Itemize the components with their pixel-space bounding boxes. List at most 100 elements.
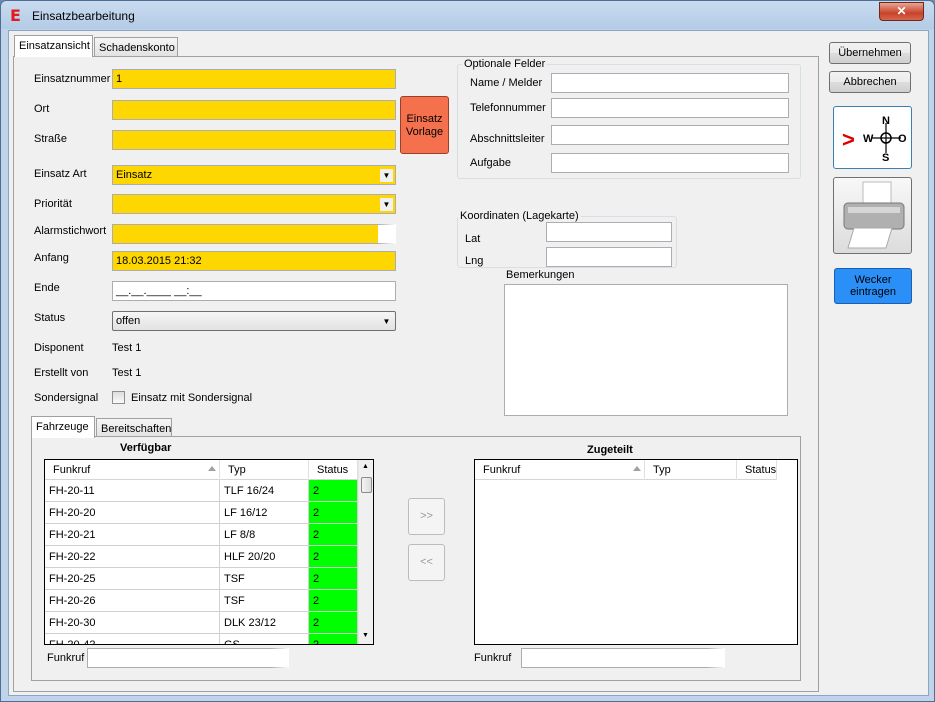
anfang-field[interactable]: 18.03.2015 21:32	[112, 251, 396, 271]
cell-funkruf: FH-20-25	[45, 568, 220, 590]
chevron-down-icon: ▼	[380, 169, 393, 182]
einsatznummer-field[interactable]: 1	[112, 69, 396, 89]
abschnittsleiter-field[interactable]	[551, 125, 789, 145]
tab-bereitschaften[interactable]: Bereitschaften	[96, 418, 172, 438]
telefonnummer-label: Telefonnummer	[470, 102, 546, 114]
cell-status: 2	[309, 612, 358, 634]
app-icon: E	[10, 6, 21, 25]
scroll-thumb[interactable]	[361, 477, 372, 493]
einsatz-vorlage-button[interactable]: Einsatz Vorlage	[400, 96, 449, 154]
cell-funkruf: FH-20-20	[45, 502, 220, 524]
telefonnummer-field[interactable]	[551, 98, 789, 118]
column-header-funkruf[interactable]: Funkruf	[475, 460, 645, 480]
chevron-down-icon: ▼	[384, 230, 393, 239]
tab-schadenskonto[interactable]: Schadenskonto	[94, 37, 178, 57]
name-melder-label: Name / Melder	[470, 77, 543, 89]
table-row[interactable]: FH-20-11 TLF 16/24 2	[45, 480, 358, 502]
chevron-down-icon: ▼	[277, 654, 286, 663]
lagekarte-button[interactable]: > N W O S	[833, 106, 912, 169]
cell-funkruf: FH-20-26	[45, 590, 220, 612]
table-row[interactable]: FH-20-42 GS 2	[45, 634, 358, 644]
cell-status: 2	[309, 546, 358, 568]
aufgabe-field[interactable]	[551, 153, 789, 173]
cell-status: 2	[309, 568, 358, 590]
alarmstichwort-select[interactable]: ▼	[112, 224, 396, 244]
scroll-up-icon[interactable]: ▲	[362, 463, 369, 470]
verfuegbar-grid[interactable]: Funkruf Typ Status FH-20-11 TLF 16/24 2 FH-…	[44, 459, 374, 645]
tab-fahrzeuge[interactable]: Fahrzeuge	[31, 416, 95, 438]
sondersignal-checkbox[interactable]	[112, 391, 125, 404]
cell-status: 2	[309, 480, 358, 502]
wecker-eintragen-button[interactable]: Wecker eintragen	[834, 268, 912, 304]
column-header-funkruf[interactable]: Funkruf	[45, 460, 220, 480]
status-value: offen	[116, 315, 141, 327]
status-select[interactable]: offen ▼	[112, 311, 396, 331]
table-row[interactable]: FH-20-22 HLF 20/20 2	[45, 546, 358, 568]
cell-funkruf: FH-20-11	[45, 480, 220, 502]
column-header-status[interactable]: Status	[309, 460, 358, 480]
table-row[interactable]: FH-20-25 TSF 2	[45, 568, 358, 590]
lng-field[interactable]	[546, 247, 672, 267]
verfuegbar-filter-select[interactable]: ▼	[87, 648, 289, 668]
koordinaten-title: Koordinaten (Lagekarte)	[458, 210, 581, 222]
cell-funkruf: FH-20-42	[45, 634, 220, 644]
scroll-down-icon[interactable]: ▼	[362, 632, 369, 639]
cell-status: 2	[309, 634, 358, 644]
strasse-field[interactable]	[112, 130, 396, 150]
cell-typ: TSF	[220, 590, 309, 612]
sondersignal-checkbox-label[interactable]: Einsatz mit Sondersignal	[131, 392, 252, 404]
status-label: Status	[34, 312, 66, 324]
table-row[interactable]: FH-20-26 TSF 2	[45, 590, 358, 612]
title-bar[interactable]: E Einsatzbearbeitung ✕	[1, 1, 934, 29]
cell-typ: TLF 16/24	[220, 480, 309, 502]
chevron-down-icon: ▼	[380, 198, 393, 211]
verfuegbar-title: Verfügbar	[120, 442, 172, 454]
tab-einsatzansicht[interactable]: Einsatzansicht	[14, 35, 93, 57]
optional-fields-title: Optionale Felder	[462, 58, 548, 70]
ende-field[interactable]: __.__.____ __:__	[112, 281, 396, 301]
disponent-value: Test 1	[112, 342, 142, 354]
move-left-button[interactable]: <<	[408, 544, 445, 581]
close-button[interactable]: ✕	[879, 2, 924, 21]
table-row[interactable]: FH-20-21 LF 8/8 2	[45, 524, 358, 546]
window-title: Einsatzbearbeitung	[32, 9, 135, 23]
cell-typ: LF 8/8	[220, 524, 309, 546]
uebernehmen-button[interactable]: Übernehmen	[829, 42, 911, 64]
cell-status: 2	[309, 590, 358, 612]
move-right-button[interactable]: >>	[408, 498, 445, 535]
einsatz-window: E Einsatzbearbeitung ✕ Einsatzansicht Sc…	[0, 0, 935, 702]
cell-funkruf: FH-20-22	[45, 546, 220, 568]
einsatz-art-select[interactable]: Einsatz ▼	[112, 165, 396, 185]
column-header-status[interactable]: Status	[737, 460, 777, 480]
prioritaet-select[interactable]: ▼	[112, 194, 396, 214]
arrow-glyph: >	[842, 127, 855, 152]
name-melder-field[interactable]	[551, 73, 789, 93]
sort-asc-icon	[633, 466, 641, 471]
abbrechen-button[interactable]: Abbrechen	[829, 71, 911, 93]
zugeteilt-filter-select[interactable]: ▼	[521, 648, 725, 668]
print-button[interactable]	[833, 177, 912, 254]
verfuegbar-filter-label: Funkruf	[47, 652, 85, 664]
zugeteilt-filter-label: Funkruf	[474, 652, 512, 664]
lat-field[interactable]	[546, 222, 672, 242]
einsatzansicht-page: Einsatznummer 1 Ort Straße Einsatz Vorla…	[13, 56, 819, 692]
zugeteilt-grid[interactable]: Funkruf Typ Status	[474, 459, 798, 645]
bemerkungen-textarea[interactable]	[504, 284, 788, 416]
cell-typ: TSF	[220, 568, 309, 590]
column-header-typ[interactable]: Typ	[220, 460, 309, 480]
table-row[interactable]: FH-20-30 DLK 23/12 2	[45, 612, 358, 634]
printer-icon	[843, 181, 905, 249]
client-area: Einsatzansicht Schadenskonto Einsatznumm…	[8, 30, 929, 696]
ende-label: Ende	[34, 282, 60, 294]
chevron-down-icon: ▼	[382, 317, 391, 326]
svg-text:N: N	[882, 115, 890, 127]
verfuegbar-scrollbar[interactable]: ▲ ▼	[358, 460, 373, 644]
zugeteilt-header: Funkruf Typ Status	[475, 460, 777, 480]
bemerkungen-label: Bemerkungen	[506, 269, 575, 281]
ort-field[interactable]	[112, 100, 396, 120]
cell-status: 2	[309, 502, 358, 524]
column-header-typ[interactable]: Typ	[645, 460, 737, 480]
cell-typ: GS	[220, 634, 309, 644]
table-row[interactable]: FH-20-20 LF 16/12 2	[45, 502, 358, 524]
lat-label: Lat	[465, 233, 481, 245]
